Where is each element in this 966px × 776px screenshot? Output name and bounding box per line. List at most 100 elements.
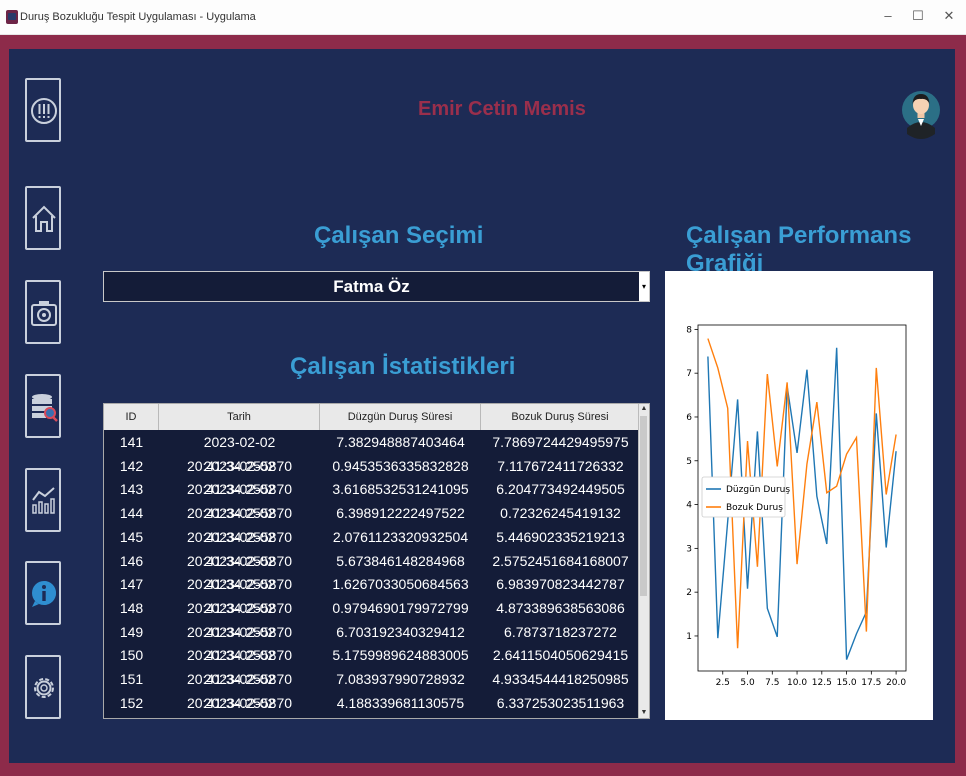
table-cell: 7.382948887403464: [336, 434, 465, 450]
x-tick-label: 17.5: [861, 678, 881, 688]
database-search-icon: [32, 394, 58, 422]
table-cell: 4.188339681130575: [336, 694, 465, 711]
home-button[interactable]: [25, 186, 61, 250]
y-tick-label: 8: [686, 325, 692, 335]
table-cell: 144: [119, 505, 144, 522]
table-row[interactable]: 150 2023-02-02 20:41:34.255870 5.175998962…: [104, 644, 640, 687]
settings-icon: [34, 678, 54, 698]
user-name: Emir Cetin Memis: [418, 98, 586, 120]
table-cell: 152: [119, 694, 144, 711]
table-cell: 2.5752451684168007: [492, 552, 629, 569]
scrollbar-thumb[interactable]: [640, 416, 647, 596]
y-tick-label: 5: [686, 457, 692, 467]
table-cell: 4.9334544418250985: [492, 671, 629, 687]
chevron-down-icon[interactable]: ▾: [639, 272, 649, 301]
x-tick-label: 5.0: [740, 678, 755, 688]
info-button[interactable]: [25, 561, 61, 625]
y-tick-label: 3: [686, 544, 692, 554]
table-cell: 2023-02-02 20:41:34.255870: [203, 694, 276, 711]
window-titlebar: Duruş Bozukluğu Tespit Uygulaması - Uygu…: [0, 0, 966, 35]
table-cell: 5.673846148284968: [336, 552, 465, 569]
table-row[interactable]: 145 2023-02-02 20:41:34.255870 2.076112332…: [104, 526, 640, 569]
table-cell: 2023-02-02 20:41:34.255870: [186, 671, 293, 711]
table-cell: 0.9453536335832828: [332, 457, 469, 474]
table-cell: 5.446902335219213: [496, 528, 625, 545]
x-tick-label: 20.0: [886, 678, 906, 688]
scroll-down-icon[interactable]: ▼: [639, 708, 649, 718]
camera-icon: [31, 301, 57, 326]
x-tick-label: 10.0: [787, 678, 807, 688]
settings-button[interactable]: [25, 655, 61, 719]
table-cell: 0.72326245419132: [500, 505, 621, 522]
camera-button[interactable]: [25, 280, 61, 344]
table-cell: 2023-02-02 20:41:34.255870: [186, 576, 293, 616]
table-cell: 7.083937990728932: [336, 671, 465, 687]
table-row[interactable]: 143 2023-02-02 20:41:34.255870 3.616853253…: [104, 478, 640, 521]
database-search-button[interactable]: [25, 374, 61, 438]
table-row[interactable]: 142 2023-02-02 20:41:34.255870 0.945353633…: [104, 455, 640, 498]
table-row[interactable]: 141 2023-02-02 20:41:34.255870 7.382948887…: [104, 431, 640, 474]
table-row[interactable]: 146 2023-02-02 20:41:34.255870 5.673846148…: [104, 550, 640, 593]
table-cell: 2023-02-02 20:41:34.255870: [186, 505, 293, 545]
table-cell: 2023-02-02 20:41:34.255870: [186, 552, 293, 593]
stats-heading: Çalışan İstatistikleri: [290, 353, 516, 380]
legend-label: Bozuk Duruş: [726, 503, 783, 513]
scroll-up-icon[interactable]: ▲: [639, 404, 649, 414]
y-tick-label: 6: [686, 413, 692, 423]
x-tick-label: 7.5: [765, 678, 779, 688]
table-cell: 2023-02-02 20:41:34.255870: [186, 457, 293, 498]
chart-icon: [32, 487, 55, 514]
x-tick-label: 12.5: [812, 678, 832, 688]
column-header-date[interactable]: Tarih: [159, 404, 320, 430]
avatar[interactable]: [902, 78, 940, 142]
table-scrollbar[interactable]: ▲ ▼: [638, 404, 649, 718]
close-button[interactable]: ✕: [939, 6, 959, 26]
table-cell: 6.703192340329412: [336, 623, 465, 640]
table-cell: 145: [119, 528, 144, 545]
y-tick-label: 1: [686, 632, 692, 642]
stats-table[interactable]: ID Tarih Düzgün Duruş Süresi Bozuk Duruş…: [103, 403, 650, 719]
table-cell: 2023-02-02 20:41:34.255870: [186, 434, 293, 474]
legend-label: Düzgün Duruş: [726, 485, 790, 495]
table-cell: 7.7869724429495975: [492, 434, 629, 450]
table-cell: 148: [119, 599, 144, 616]
table-cell: 2023-02-02 20:41:34.255870: [186, 647, 293, 687]
table-cell: 2023-02-02 20:41:34.255870: [186, 599, 293, 640]
table-cell: 2.0761123320932504: [332, 528, 469, 545]
maximize-button[interactable]: ☐: [908, 6, 928, 26]
table-row[interactable]: 148 2023-02-02 20:41:34.255870 0.979469017…: [104, 597, 640, 640]
table-cell: 6.398912222497522: [336, 505, 465, 522]
table-row[interactable]: 149 2023-02-02 20:41:34.255870 6.703192340…: [104, 621, 640, 664]
table-cell: 143: [119, 481, 144, 498]
table-cell: 0.9794690179972799: [332, 599, 469, 616]
app-icon: [6, 10, 18, 24]
employee-select[interactable]: Fatma Öz ▾: [103, 271, 650, 302]
table-cell: 7.117672411726332: [497, 457, 624, 474]
table-cell: 149: [119, 623, 144, 640]
table-header: ID Tarih Düzgün Duruş Süresi Bozuk Duruş…: [104, 404, 640, 430]
x-tick-label: 15.0: [837, 678, 857, 688]
column-header-id[interactable]: ID: [104, 404, 159, 430]
window-title: Duruş Bozukluğu Tespit Uygulaması - Uygu…: [20, 11, 256, 23]
table-cell: 2023-02-02 20:41:34.255870: [186, 528, 293, 569]
table-cell: 6.204773492449505: [496, 481, 625, 498]
table-cell: 2023-02-02 20:41:34.255870: [186, 623, 293, 664]
table-cell: 142: [119, 457, 144, 474]
alert-icon: [31, 98, 57, 124]
chart-button[interactable]: [25, 468, 61, 532]
table-row[interactable]: 144 2023-02-02 20:41:34.255870 6.398912222…: [104, 502, 640, 545]
table-cell: 141: [119, 434, 144, 450]
minimize-button[interactable]: –: [878, 6, 898, 26]
column-header-good-posture[interactable]: Düzgün Duruş Süresi: [320, 404, 481, 430]
table-cell: 6.337253023511963: [496, 694, 625, 711]
table-cell: 3.6168532531241095: [332, 481, 469, 498]
table-cell: 1.6267033050684563: [332, 576, 469, 593]
table-cell: 6.7873718237272: [504, 623, 617, 640]
table-row[interactable]: 147 2023-02-02 20:41:34.255870 1.626703305…: [104, 573, 640, 616]
employee-select-value: Fatma Öz: [333, 277, 410, 296]
table-row[interactable]: 151 2023-02-02 20:41:34.255870 7.083937990…: [104, 668, 640, 711]
table-cell: 147: [119, 576, 144, 593]
alert-button[interactable]: [25, 78, 61, 142]
table-row[interactable]: 152 2023-02-02 20:41:34.255870 4.188339681…: [104, 692, 640, 716]
column-header-bad-posture[interactable]: Bozuk Duruş Süresi: [481, 404, 640, 430]
